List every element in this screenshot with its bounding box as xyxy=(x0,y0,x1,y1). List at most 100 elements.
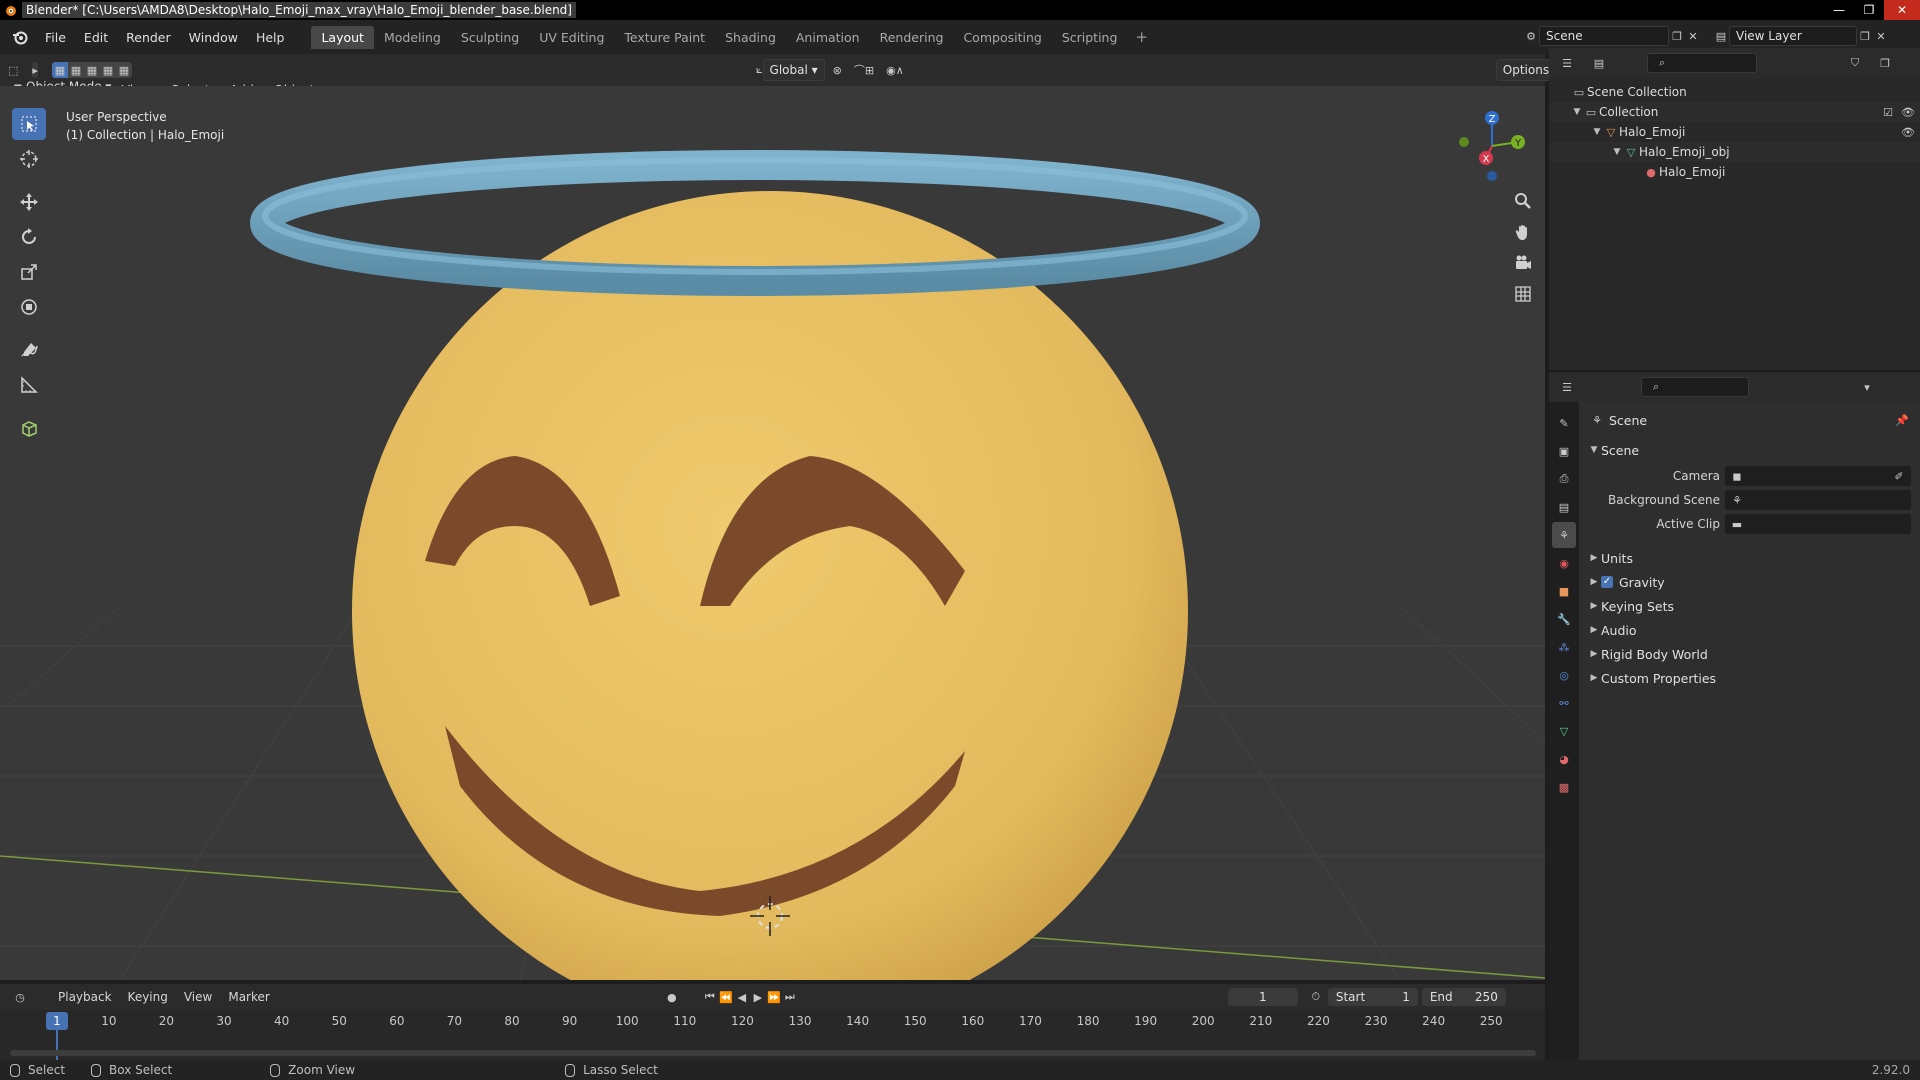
output-tab[interactable]: ⎙ xyxy=(1552,466,1576,492)
tab-scripting[interactable]: Scripting xyxy=(1052,26,1128,49)
proportional-edit-icon[interactable]: ◉ xyxy=(886,62,896,78)
rigid-body-world-panel-header[interactable]: ▶ Rigid Body World xyxy=(1579,642,1920,666)
next-keyframe-icon[interactable]: ⏩ xyxy=(766,989,782,1005)
emoji-face[interactable] xyxy=(352,191,1188,980)
tab-shading[interactable]: Shading xyxy=(715,26,786,49)
new-scene-icon[interactable]: ❐ xyxy=(1669,28,1685,44)
zoom-button[interactable] xyxy=(1508,186,1538,216)
tab-rendering[interactable]: Rendering xyxy=(870,26,954,49)
properties-search[interactable]: ⌕ xyxy=(1641,377,1749,397)
falloff-icon[interactable]: ∧ xyxy=(896,62,904,78)
eye-icon[interactable]: 👁 xyxy=(1900,124,1916,140)
outliner-editor-icon[interactable]: ☰ xyxy=(1559,55,1575,71)
tab-compositing[interactable]: Compositing xyxy=(953,26,1051,49)
blender-menu-icon[interactable] xyxy=(8,25,32,49)
camera-field[interactable]: ◼ ✐ xyxy=(1725,466,1911,486)
world-tab[interactable]: ◉ xyxy=(1552,550,1576,576)
background-scene-field[interactable]: ⚘ xyxy=(1725,490,1911,510)
tab-animation[interactable]: Animation xyxy=(786,26,870,49)
expand-arrow-icon[interactable]: ▼ xyxy=(1591,127,1603,137)
outliner-search[interactable]: ⌕ xyxy=(1647,53,1757,73)
object-tab[interactable]: ■ xyxy=(1552,578,1576,604)
cursor-tool[interactable] xyxy=(12,143,46,175)
delete-scene-icon[interactable]: ✕ xyxy=(1685,28,1701,44)
properties-editor-icon[interactable]: ☰ xyxy=(1559,379,1575,395)
jump-end-icon[interactable]: ⏭ xyxy=(782,989,798,1005)
physics-tab[interactable]: ◎ xyxy=(1552,662,1576,688)
select-invert-icon[interactable]: ▦ xyxy=(99,62,116,78)
view-layer-tab[interactable]: ▤ xyxy=(1552,494,1576,520)
properties-options-icon[interactable]: ▾ xyxy=(1859,379,1875,395)
outliner-row[interactable]: ▼ ▭ Collection ☑ 👁 xyxy=(1549,102,1920,122)
select-subtract-icon[interactable]: ▦ xyxy=(83,62,100,78)
transform-tool[interactable] xyxy=(12,291,46,323)
end-frame-field[interactable]: End 250 xyxy=(1421,988,1506,1006)
audio-panel-header[interactable]: ▶ Audio xyxy=(1579,618,1920,642)
active-clip-field[interactable]: ▬ xyxy=(1725,514,1911,534)
navigation-gizmo[interactable]: Z Y X xyxy=(1452,106,1532,186)
timeline-editor-icon[interactable]: ◷ xyxy=(12,989,28,1005)
constraints-tab[interactable]: ⚯ xyxy=(1552,690,1576,716)
menu-help[interactable]: Help xyxy=(247,26,294,49)
modifiers-tab[interactable]: 🔧 xyxy=(1552,606,1576,632)
view-layer-field[interactable]: View Layer xyxy=(1729,26,1857,46)
eyedropper-icon[interactable]: ✐ xyxy=(1891,468,1907,484)
transform-orientation-dropdown[interactable]: Global ▾ xyxy=(762,59,825,81)
snap-target-icon[interactable]: ⊞ xyxy=(865,62,874,78)
stopwatch-icon[interactable]: ⏱ xyxy=(1308,989,1324,1005)
measure-tool[interactable] xyxy=(12,369,46,401)
tab-sculpting[interactable]: Sculpting xyxy=(451,26,529,49)
playhead-frame[interactable]: 1 xyxy=(46,1012,68,1030)
material-tab[interactable]: ◕ xyxy=(1552,746,1576,772)
tool-tab[interactable]: ✎ xyxy=(1552,410,1576,436)
timeline-menu-marker[interactable]: Marker xyxy=(220,986,277,1008)
expand-arrow-icon[interactable]: ▼ xyxy=(1611,147,1623,157)
maximize-button[interactable]: ❐ xyxy=(1854,0,1884,20)
outliner-row[interactable]: ● Halo_Emoji xyxy=(1549,162,1920,182)
menu-file[interactable]: File xyxy=(36,26,75,49)
select-box-tool[interactable] xyxy=(12,108,46,140)
menu-render[interactable]: Render xyxy=(117,26,180,49)
start-frame-field[interactable]: Start 1 xyxy=(1327,988,1418,1006)
new-view-layer-icon[interactable]: ❐ xyxy=(1857,28,1873,44)
delete-view-layer-icon[interactable]: ✕ xyxy=(1873,28,1889,44)
current-frame-field[interactable]: 1 xyxy=(1227,988,1298,1006)
tab-uv-editing[interactable]: UV Editing xyxy=(529,26,614,49)
filter-icon[interactable]: ⛉ xyxy=(1847,55,1863,71)
select-tool-icon[interactable]: ▸ xyxy=(32,62,38,78)
menu-window[interactable]: Window xyxy=(180,26,247,49)
play-icon[interactable]: ▶ xyxy=(750,989,766,1005)
select-intersect-icon[interactable]: ▦ xyxy=(115,62,132,78)
custom-properties-panel-header[interactable]: ▶ Custom Properties xyxy=(1579,666,1920,690)
render-tab[interactable]: ▣ xyxy=(1552,438,1576,464)
tab-texture-paint[interactable]: Texture Paint xyxy=(614,26,715,49)
gravity-checkbox[interactable]: ✓ xyxy=(1601,576,1613,588)
data-tab[interactable]: ▽ xyxy=(1552,718,1576,744)
play-reverse-icon[interactable]: ◀ xyxy=(734,989,750,1005)
tab-layout[interactable]: Layout xyxy=(311,25,374,49)
pin-icon[interactable]: 📌 xyxy=(1894,412,1910,428)
pan-button[interactable] xyxy=(1508,217,1538,247)
display-mode-icon[interactable]: ▤ xyxy=(1591,55,1607,71)
add-cube-tool[interactable] xyxy=(12,412,46,444)
timeline-menu-playback[interactable]: Playback xyxy=(50,986,120,1008)
exclude-checkbox-icon[interactable]: ☑ xyxy=(1880,104,1896,120)
timeline-menu-keying[interactable]: Keying xyxy=(120,986,176,1008)
record-icon[interactable]: ● xyxy=(664,989,680,1005)
particles-tab[interactable]: ⁂ xyxy=(1552,634,1576,660)
select-new-icon[interactable]: ▦ xyxy=(51,62,68,78)
expand-arrow-icon[interactable]: ▼ xyxy=(1571,107,1583,117)
snap-icon[interactable]: ⌒ xyxy=(854,62,865,78)
gravity-panel-header[interactable]: ▶ ✓ Gravity xyxy=(1579,570,1920,594)
scene-field[interactable]: Scene xyxy=(1539,26,1669,46)
menu-edit[interactable]: Edit xyxy=(75,26,117,49)
ortho-toggle-button[interactable] xyxy=(1508,279,1538,309)
minimize-button[interactable]: — xyxy=(1824,0,1854,20)
timeline-scrollbar[interactable] xyxy=(10,1050,1536,1056)
scene-panel-header[interactable]: ▼ Scene xyxy=(1579,438,1920,462)
rotate-tool[interactable] xyxy=(12,221,46,253)
editor-type-icon[interactable]: ⬚ xyxy=(8,62,18,78)
timeline-menu-view[interactable]: View xyxy=(176,986,220,1008)
jump-start-icon[interactable]: ⏮ xyxy=(702,989,718,1005)
eye-icon[interactable]: 👁 xyxy=(1900,104,1916,120)
